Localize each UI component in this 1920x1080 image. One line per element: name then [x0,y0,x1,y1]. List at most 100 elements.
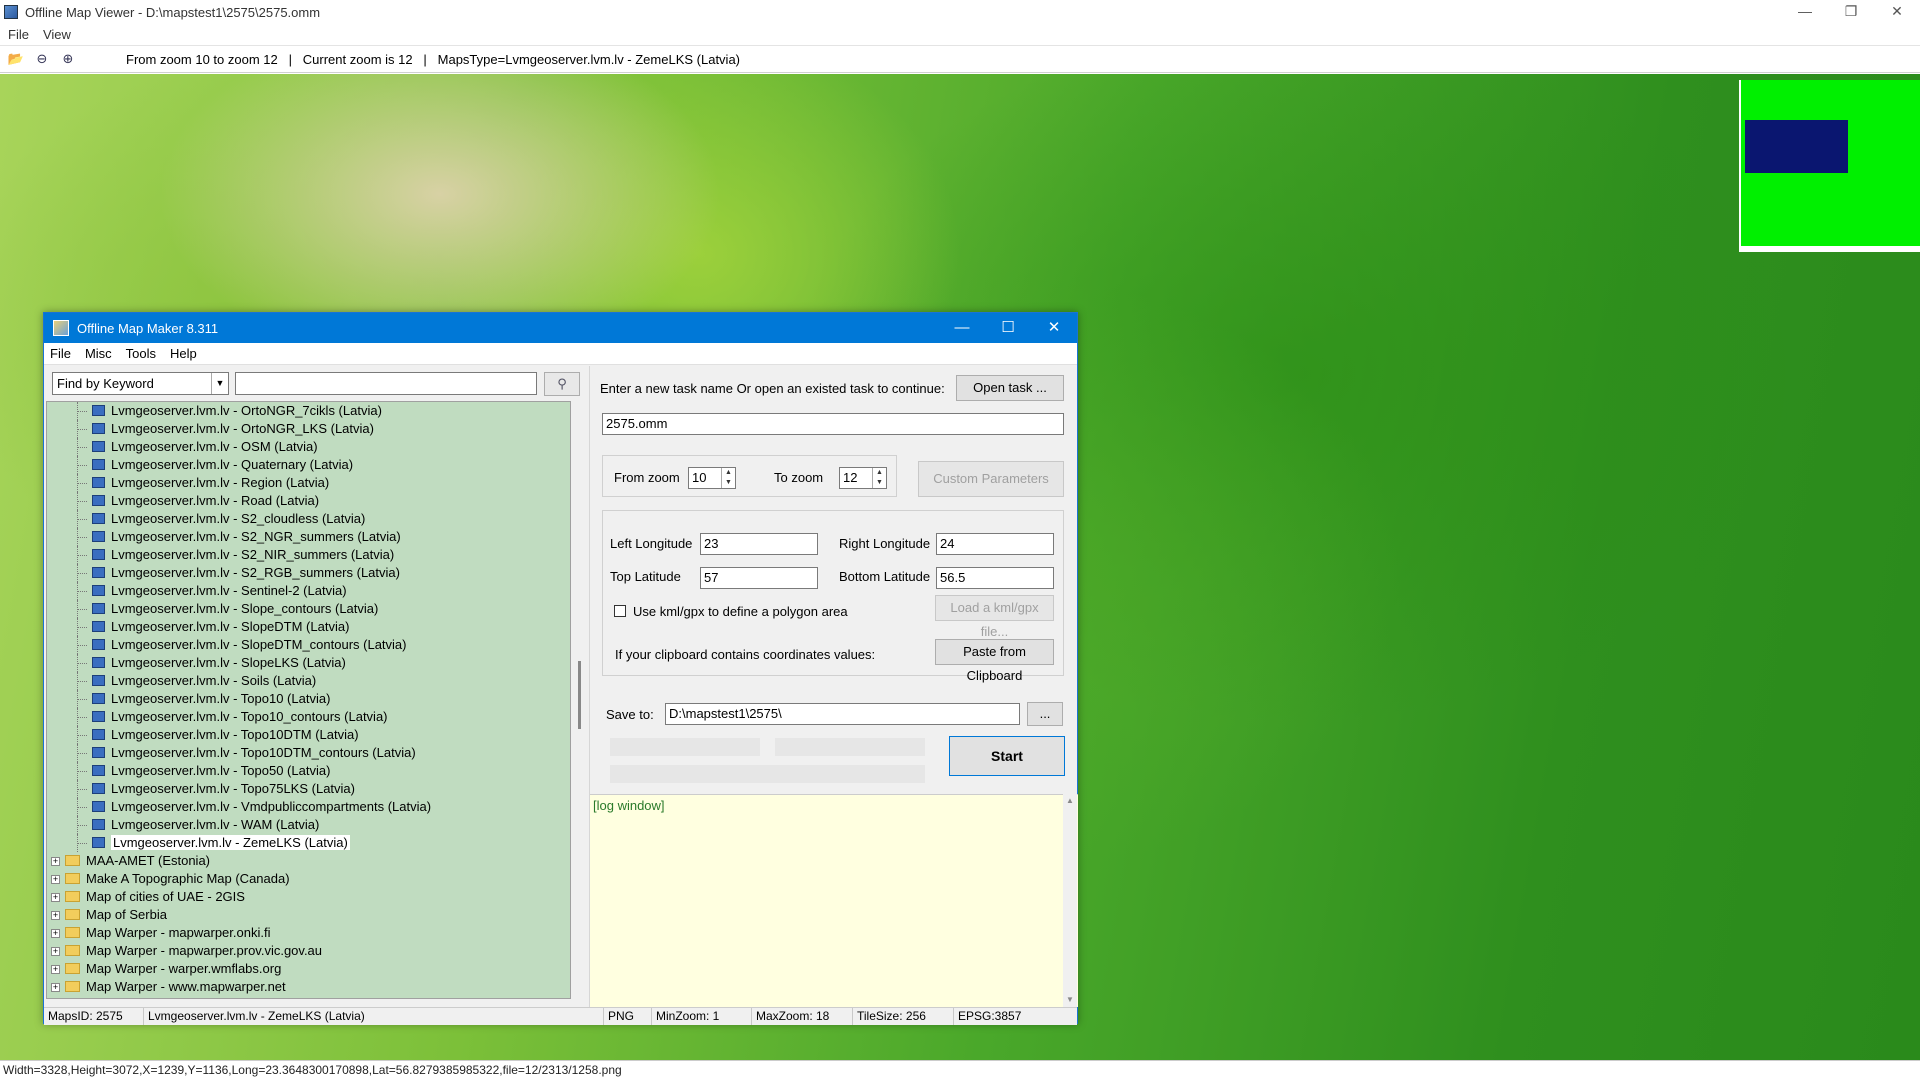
status-map-type: Lvmgeoserver.lvm.lv - ZemeLKS (Latvia) [144,1008,604,1025]
minimize-icon[interactable]: — [1782,0,1828,24]
tree-item[interactable]: Lvmgeoserver.lvm.lv - Topo75LKS (Latvia) [47,780,570,798]
zoom-out-icon[interactable]: ⊖ [32,49,52,69]
tree-folder[interactable]: + Map Warper - mapwarper.onki.fi [47,924,570,942]
tree-scrollbar-thumb[interactable] [578,661,581,729]
kml-polygon-checkbox[interactable] [614,605,626,617]
task-name-input[interactable]: 2575.omm [602,413,1064,435]
bottom-latitude-input[interactable]: 56.5 [936,567,1054,589]
scroll-up-icon[interactable]: ▲ [1063,794,1077,808]
search-mode-select[interactable]: Find by Keyword ▼ [52,372,229,395]
paste-clipboard-button[interactable]: Paste from Clipboard [935,639,1054,683]
chevron-down-icon[interactable]: ▼ [211,373,228,394]
tree-folder[interactable]: + Map of cities of UAE - 2GIS [47,888,570,906]
dialog-maximize-icon[interactable]: ☐ [985,313,1031,343]
left-longitude-input[interactable]: 23 [700,533,818,555]
tree-item[interactable]: Lvmgeoserver.lvm.lv - Region (Latvia) [47,474,570,492]
log-scrollbar[interactable]: ▲ ▼ [1063,794,1077,1007]
tree-item[interactable]: Lvmgeoserver.lvm.lv - SlopeLKS (Latvia) [47,654,570,672]
tree-folder[interactable]: + Map Warper - warper.wmflabs.org [47,960,570,978]
expand-icon[interactable]: + [51,929,60,938]
start-button[interactable]: Start [949,736,1065,776]
log-window[interactable]: [log window] [590,794,1078,1007]
dialog-titlebar[interactable]: Offline Map Maker 8.311 — ☐ ✕ [44,313,1077,343]
restore-icon[interactable]: ❐ [1828,0,1874,24]
tree-folder-label: Map Warper - www.mapwarper.net [86,979,286,994]
expand-icon[interactable]: + [51,875,60,884]
minimap-viewport[interactable] [1745,120,1848,173]
map-layer-icon [92,513,105,524]
tree-item[interactable]: Lvmgeoserver.lvm.lv - Quaternary (Latvia… [47,456,570,474]
custom-parameters-button[interactable]: Custom Parameters [918,461,1064,497]
tree-scrollbar[interactable] [574,401,586,999]
expand-icon[interactable]: + [51,947,60,956]
from-zoom-stepper[interactable]: 10 ▲ ▼ [688,467,736,489]
expand-icon[interactable]: + [51,893,60,902]
tree-item[interactable]: Lvmgeoserver.lvm.lv - Topo10_contours (L… [47,708,570,726]
tree-item[interactable]: Lvmgeoserver.lvm.lv - Topo50 (Latvia) [47,762,570,780]
top-latitude-input[interactable]: 57 [700,567,818,589]
tree-folder[interactable]: + Map Warper - www.mapwarper.net [47,978,570,996]
dialog-close-icon[interactable]: ✕ [1031,313,1077,343]
tree-item[interactable]: Lvmgeoserver.lvm.lv - WAM (Latvia) [47,816,570,834]
dialog-menu-tools[interactable]: Tools [126,346,156,361]
tree-item[interactable]: Lvmgeoserver.lvm.lv - Road (Latvia) [47,492,570,510]
search-icon[interactable]: ⚲ [544,372,580,396]
tree-item[interactable]: Lvmgeoserver.lvm.lv - Topo10DTM_contours… [47,744,570,762]
tree-item[interactable]: Lvmgeoserver.lvm.lv - OSM (Latvia) [47,438,570,456]
tree-item[interactable]: Lvmgeoserver.lvm.lv - OrtoNGR_LKS (Latvi… [47,420,570,438]
save-path-input[interactable]: D:\mapstest1\2575\ [665,703,1020,725]
tree-item[interactable]: Lvmgeoserver.lvm.lv - SlopeDTM (Latvia) [47,618,570,636]
tree-item[interactable]: Lvmgeoserver.lvm.lv - Slope_contours (La… [47,600,570,618]
to-zoom-value: 12 [843,470,858,485]
tree-item-label: Lvmgeoserver.lvm.lv - Topo10DTM_contours… [111,745,416,760]
dialog-menu-file[interactable]: File [50,346,71,361]
tree-item[interactable]: Lvmgeoserver.lvm.lv - Topo10 (Latvia) [47,690,570,708]
tree-item[interactable]: Lvmgeoserver.lvm.lv - S2_NGR_summers (La… [47,528,570,546]
zoom-in-icon[interactable]: ⊕ [58,49,78,69]
stepper-arrows-icon[interactable]: ▲ ▼ [721,468,735,488]
browse-button[interactable]: ... [1027,702,1063,726]
expand-icon[interactable]: + [51,965,60,974]
tree-item[interactable]: Lvmgeoserver.lvm.lv - S2_NIR_summers (La… [47,546,570,564]
search-input[interactable] [235,372,537,395]
expand-icon[interactable]: + [51,911,60,920]
map-source-pane: Find by Keyword ▼ ⚲ Lvmgeoserver.lvm.lv … [44,366,589,1007]
dialog-menu-help[interactable]: Help [170,346,197,361]
tree-item[interactable]: Lvmgeoserver.lvm.lv - Vmdpubliccompartme… [47,798,570,816]
tree-branch-line [77,681,87,682]
tree-item-label: Lvmgeoserver.lvm.lv - OSM (Latvia) [111,439,318,454]
search-mode-value: Find by Keyword [57,376,154,391]
dialog-menu-misc[interactable]: Misc [85,346,112,361]
tree-item[interactable]: Lvmgeoserver.lvm.lv - S2_RGB_summers (La… [47,564,570,582]
map-source-tree[interactable]: Lvmgeoserver.lvm.lv - OrtoNGR_7cikls (La… [46,401,571,999]
expand-icon[interactable]: + [51,983,60,992]
menu-view[interactable]: View [43,27,71,42]
to-zoom-stepper[interactable]: 12 ▲ ▼ [839,467,887,489]
expand-icon[interactable]: + [51,857,60,866]
tree-folder[interactable]: + Make A Topographic Map (Canada) [47,870,570,888]
tree-item[interactable]: Lvmgeoserver.lvm.lv - S2_cloudless (Latv… [47,510,570,528]
tree-item[interactable]: Lvmgeoserver.lvm.lv - Sentinel-2 (Latvia… [47,582,570,600]
menu-file[interactable]: File [8,27,29,42]
scroll-down-icon[interactable]: ▼ [1063,993,1077,1007]
tree-item[interactable]: Lvmgeoserver.lvm.lv - ZemeLKS (Latvia) [47,834,570,852]
open-task-button[interactable]: Open task ... [956,375,1064,401]
dialog-minimize-icon[interactable]: — [939,313,985,343]
minimap[interactable] [1739,80,1920,252]
close-icon[interactable]: ✕ [1874,0,1920,24]
right-longitude-input[interactable]: 24 [936,533,1054,555]
tree-branch-line [77,825,87,826]
tree-folder[interactable]: + Map of Serbia [47,906,570,924]
tree-item[interactable]: Lvmgeoserver.lvm.lv - SlopeDTM_contours … [47,636,570,654]
tree-folder[interactable]: + MAA-AMET (Estonia) [47,852,570,870]
tree-branch-line [77,609,87,610]
map-layer-icon [92,675,105,686]
dialog-statusbar: MapsID: 2575 Lvmgeoserver.lvm.lv - ZemeL… [44,1007,1077,1025]
tree-item[interactable]: Lvmgeoserver.lvm.lv - Topo10DTM (Latvia) [47,726,570,744]
tree-folder[interactable]: + Map Warper - mapwarper.prov.vic.gov.au [47,942,570,960]
tree-item[interactable]: Lvmgeoserver.lvm.lv - OrtoNGR_7cikls (La… [47,402,570,420]
open-folder-icon[interactable]: 📂 [6,49,26,69]
tree-item[interactable]: Lvmgeoserver.lvm.lv - Soils (Latvia) [47,672,570,690]
load-kml-button[interactable]: Load a kml/gpx file... [935,595,1054,639]
stepper-arrows-icon[interactable]: ▲ ▼ [872,468,886,488]
